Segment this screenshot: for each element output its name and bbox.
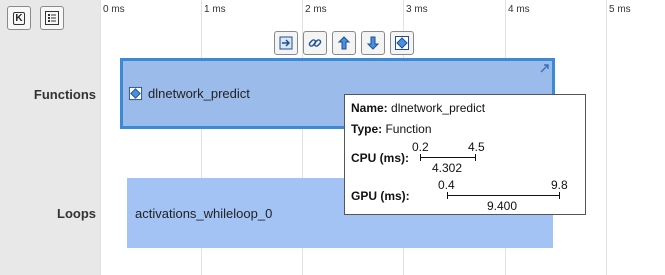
gridline xyxy=(100,0,101,275)
link-icon xyxy=(308,39,322,47)
keyboard-shortcuts-button[interactable]: K xyxy=(7,6,31,30)
go-to-parent-icon xyxy=(337,36,351,50)
axis-tick-label: 2 ms xyxy=(305,4,327,15)
go-to-parent-button[interactable] xyxy=(332,31,356,55)
row-header-pane: K Functions Loops xyxy=(0,0,100,275)
axis-tick-label: 0 ms xyxy=(103,4,125,15)
axis-tick-label: 3 ms xyxy=(406,4,428,15)
axis-tick-label: 4 ms xyxy=(508,4,530,15)
go-to-child-button[interactable] xyxy=(361,31,385,55)
gpu-end-value: 9.8 xyxy=(551,178,568,192)
details-tooltip: Name: dlnetwork_predict Type: Function C… xyxy=(344,94,586,215)
function-icon xyxy=(395,36,409,50)
function-icon xyxy=(128,86,143,106)
axis-tick-label: 5 ms xyxy=(609,4,631,15)
gpu-duration-value: 9.400 xyxy=(487,199,518,213)
function-bar-label: dlnetwork_predict xyxy=(148,86,250,101)
keyboard-k-icon: K xyxy=(13,11,25,25)
tooltip-gpu-label: GPU (ms): xyxy=(351,189,410,203)
tooltip-cpu-label: CPU (ms): xyxy=(351,151,410,165)
row-label-loops: Loops xyxy=(57,206,96,221)
legend-button[interactable] xyxy=(40,6,64,30)
cpu-range-end-cap xyxy=(475,154,476,161)
tooltip-name-value: dlnetwork_predict xyxy=(391,101,486,115)
tooltip-name-label: Name: xyxy=(351,101,388,115)
tooltip-name-row: Name: dlnetwork_predict xyxy=(351,101,485,115)
navigate-to-code-button[interactable] xyxy=(274,31,298,55)
gpu-range-line xyxy=(447,195,560,196)
tooltip-type-label: Type: xyxy=(351,122,383,136)
loop-bar-label: activations_whileloop_0 xyxy=(135,206,273,221)
gpu-range-end-cap xyxy=(559,192,560,199)
expand-arrow-icon[interactable] xyxy=(538,61,552,80)
navigate-to-code-icon xyxy=(279,36,293,50)
link-button[interactable] xyxy=(303,31,327,55)
axis-tick-label: 1 ms xyxy=(204,4,226,15)
cpu-start-value: 0.2 xyxy=(412,140,429,154)
cpu-range-line xyxy=(420,157,475,158)
function-view-button[interactable] xyxy=(390,31,414,55)
tooltip-type-value: Function xyxy=(385,122,432,136)
cpu-end-value: 4.5 xyxy=(468,140,485,154)
list-icon xyxy=(45,11,59,25)
gpu-start-value: 0.4 xyxy=(438,178,455,192)
cpu-duration-value: 4.302 xyxy=(432,161,463,175)
gridline xyxy=(606,0,607,275)
row-label-functions: Functions xyxy=(33,87,96,102)
tooltip-type-row: Type: Function xyxy=(351,122,432,136)
go-to-child-icon xyxy=(366,36,380,50)
